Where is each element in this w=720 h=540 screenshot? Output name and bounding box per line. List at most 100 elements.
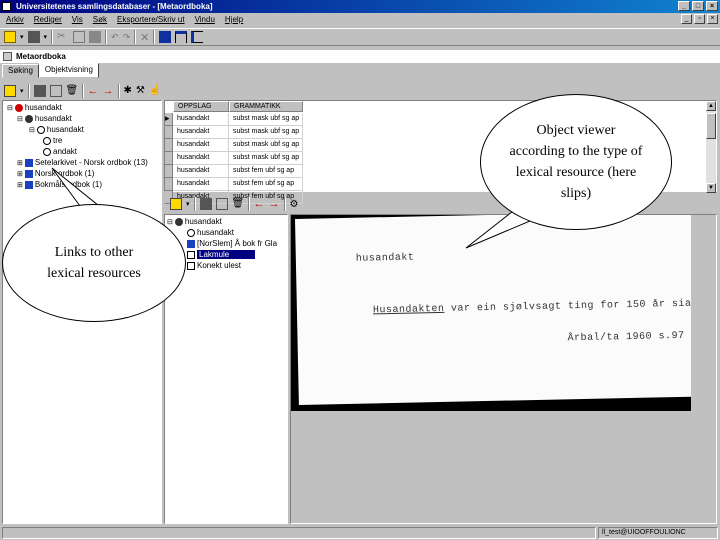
row-indicator[interactable] [165, 139, 173, 152]
new-document-icon[interactable] [4, 84, 16, 97]
maximize-button[interactable]: □ [692, 1, 704, 11]
mdi-close-button[interactable]: × [707, 14, 718, 24]
tree-item[interactable]: ⊟ husandakt [29, 125, 84, 134]
menu-sok[interactable]: Søk [93, 13, 107, 26]
menu-hjelp[interactable]: Hjelp [225, 13, 243, 26]
tab-soking[interactable]: Søking [2, 64, 39, 78]
grid-scrollbar[interactable]: ▲ ▼ [706, 101, 716, 193]
arrow-left-icon[interactable]: ← [254, 198, 265, 210]
tile-vertical-icon[interactable] [191, 31, 204, 43]
cut-icon[interactable]: ✂ [57, 31, 69, 43]
stop-icon[interactable] [33, 84, 46, 97]
expand-icon[interactable]: ⊞ [17, 159, 23, 167]
menu-eksport[interactable]: Eksportere/Skriv ut [117, 13, 185, 26]
word-icon [187, 228, 195, 237]
mdi-restore-button[interactable]: ▫ [694, 14, 705, 24]
trash-icon[interactable]: 🗑 [66, 85, 79, 97]
stop-icon[interactable] [199, 198, 212, 210]
expand-icon[interactable]: ⊞ [17, 181, 23, 189]
blank-icon[interactable] [215, 198, 228, 210]
cell-grammatikk[interactable]: subst mask ubf sg ap [229, 152, 303, 165]
cell-oppslag[interactable]: husandakt [173, 165, 229, 178]
scroll-thumb[interactable] [706, 113, 716, 139]
open-icon[interactable] [4, 31, 16, 43]
cell-oppslag[interactable]: husandakt [173, 126, 229, 139]
tree-item[interactable]: Konekt ulest [187, 261, 241, 270]
blank-icon[interactable] [49, 84, 62, 97]
scroll-down-icon[interactable]: ▼ [706, 183, 716, 193]
toolbar-separator [81, 83, 84, 98]
dropdown-arrow-icon[interactable]: ▾ [20, 87, 24, 95]
trash-icon[interactable]: 🗑 [232, 198, 245, 210]
dropdown-arrow-icon[interactable]: ▾ [20, 33, 24, 41]
minimize-button[interactable]: _ [678, 1, 690, 11]
collapse-icon[interactable]: ⊟ [167, 218, 173, 226]
slip-headword: husandakt [355, 252, 415, 265]
row-indicator[interactable] [165, 178, 173, 191]
row-indicator[interactable]: ▸ [165, 113, 173, 126]
tile-horizontal-icon[interactable] [175, 31, 188, 43]
paste-icon[interactable] [89, 31, 102, 43]
collapse-icon[interactable]: ⊟ [29, 126, 35, 134]
cell-grammatikk[interactable]: subst fem ubf sg ap [229, 178, 303, 191]
tree-item[interactable]: ⊞ Bokmålsordbok (1) [17, 180, 102, 189]
menu-vindu[interactable]: Vindu [195, 13, 215, 26]
dropdown-arrow-icon[interactable]: ▾ [186, 200, 190, 208]
stop-icon[interactable] [27, 31, 40, 43]
menu-vis[interactable]: Vis [72, 13, 83, 26]
tree-item[interactable]: andakt [43, 147, 77, 156]
cell-oppslag[interactable]: husandakt [173, 139, 229, 152]
row-indicator[interactable] [165, 165, 173, 178]
view-tabs: Søking Objektvisning [2, 63, 99, 78]
row-indicator[interactable] [165, 126, 173, 139]
undo-icon[interactable]: ↶ [111, 32, 119, 43]
tree-item[interactable]: ⊟ husandakt [7, 103, 62, 112]
tree-item[interactable]: [NorSlem] Å bok fr Gla [187, 239, 277, 248]
arrow-right-icon[interactable]: → [103, 85, 114, 97]
slip-card: husandakt Husandakten var ein sjølvsagt … [295, 215, 691, 405]
settings-icon[interactable]: ⚙ [290, 199, 299, 210]
redo-icon[interactable]: ↷ [123, 32, 131, 43]
row-indicator[interactable] [165, 152, 173, 165]
delete-icon[interactable]: ✕ [140, 31, 149, 44]
tools-icon[interactable]: ⚒ [136, 85, 145, 96]
cell-grammatikk[interactable]: subst fem ubf sg ap [229, 165, 303, 178]
slip-citation: Husandakten var ein sjølvsagt ting for 1… [373, 299, 691, 317]
cell-oppslag[interactable]: husandakt [173, 113, 229, 126]
close-button[interactable]: × [706, 1, 718, 11]
expand-icon[interactable]: ⊞ [17, 170, 23, 178]
collapse-icon[interactable]: ⊟ [7, 104, 13, 112]
tree-item-selected[interactable]: Lakmule [187, 250, 256, 259]
arrow-left-icon[interactable]: ← [88, 85, 99, 97]
menu-arkiv[interactable]: Arkiv [6, 13, 24, 26]
arrow-right-icon[interactable]: → [269, 198, 280, 210]
slip-sentence: var ein sjølvsagt ting for 150 år sia. [444, 298, 691, 315]
tab-objektvisning[interactable]: Objektvisning [38, 63, 99, 78]
collapse-icon[interactable]: ⊟ [17, 115, 23, 123]
tree-item[interactable]: ⊞ Setelarkivet - Norsk ordbok (13) [17, 158, 148, 167]
tree-item[interactable]: ⊟ husandakt [17, 114, 72, 123]
tree-item[interactable]: tre [43, 136, 62, 145]
mdi-minimize-button[interactable]: _ [681, 14, 692, 24]
toolbar-separator [27, 83, 30, 98]
column-header-grammatikk[interactable]: GRAMMATIKK [229, 101, 303, 112]
app-icon [2, 2, 11, 11]
new-document-icon[interactable] [170, 198, 182, 210]
tree-item[interactable]: ⊟ husandakt [167, 217, 222, 226]
tree-item[interactable]: ⊞ Norsk ordbok (1) [17, 169, 94, 178]
cell-grammatikk[interactable]: subst mask ubf sg ap [229, 126, 303, 139]
magic-wand-icon[interactable]: ✱ [124, 85, 132, 96]
cell-grammatikk[interactable]: subst mask ubf sg ap [229, 139, 303, 152]
menu-rediger[interactable]: Rediger [34, 13, 62, 26]
cell-oppslag[interactable]: husandakt [173, 178, 229, 191]
dropdown-arrow-icon[interactable]: ▾ [44, 33, 48, 41]
scroll-up-icon[interactable]: ▲ [706, 101, 716, 111]
pointer-icon[interactable]: ☝ [149, 85, 161, 96]
tree-item[interactable]: husandakt [187, 228, 234, 237]
cell-oppslag[interactable]: husandakt [173, 152, 229, 165]
copy-icon[interactable] [73, 31, 86, 43]
cascade-icon[interactable] [159, 31, 172, 43]
cell-grammatikk[interactable]: subst mask ubf sg ap [229, 113, 303, 126]
resource-link-icon [24, 180, 33, 189]
column-header-oppslag[interactable]: OPPSLAG [173, 101, 229, 112]
